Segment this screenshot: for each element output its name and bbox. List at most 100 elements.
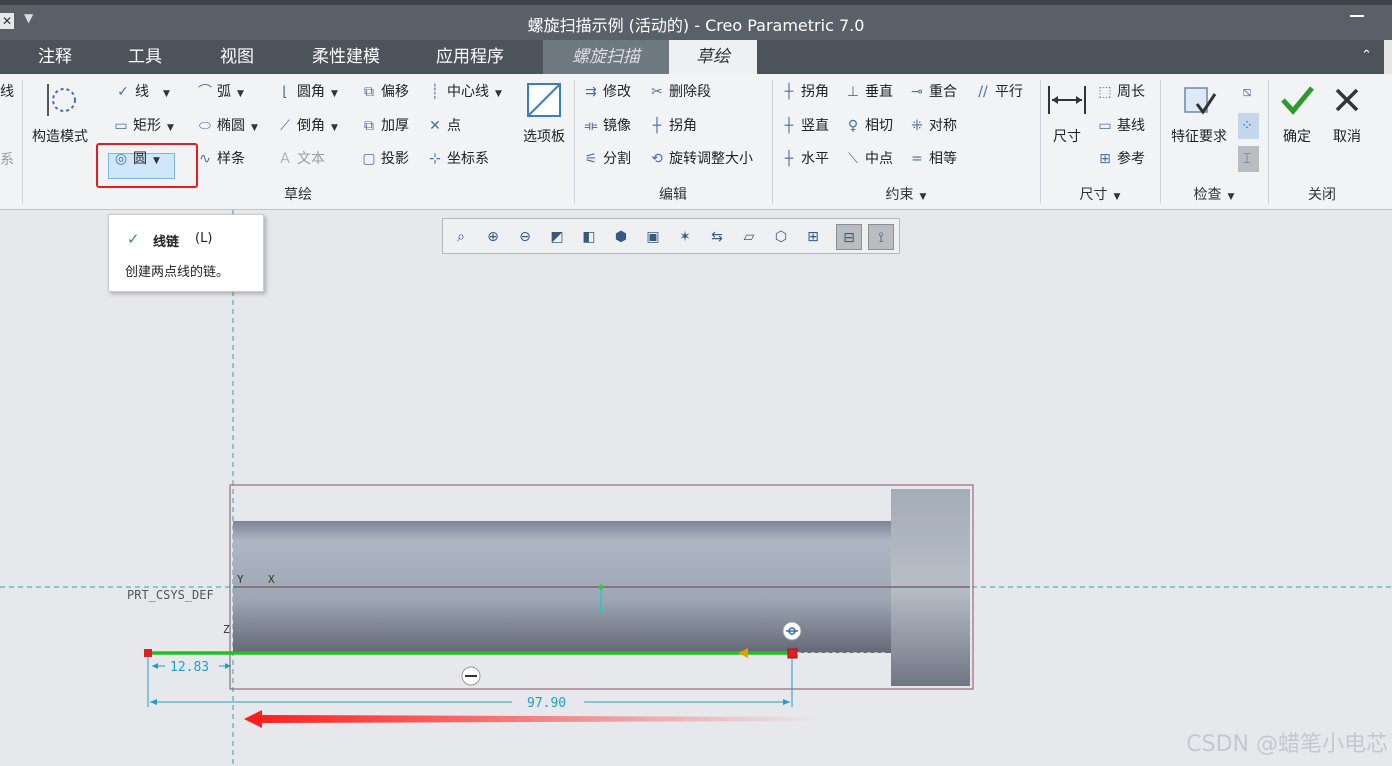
divide-button[interactable]: ⚟ 分割	[582, 146, 631, 172]
spline-button[interactable]: ∿ 样条	[196, 146, 245, 172]
perpendicular-button[interactable]: ⊥ 垂直	[844, 79, 893, 105]
annotation-display-icon[interactable]: ⇆	[704, 224, 730, 250]
point-button[interactable]: ✕ 点	[426, 113, 461, 139]
palette-icon	[527, 83, 561, 117]
rotate-resize-button[interactable]: ⟲ 旋转调整大小	[648, 146, 753, 172]
constraint-corner-button[interactable]: ┼ 拐角	[780, 79, 829, 105]
mirror-button[interactable]: ⟚ 镜像	[582, 113, 631, 139]
open-ends-icon: ⁘	[1241, 118, 1253, 134]
tab-applications[interactable]: 应用程序	[420, 40, 520, 74]
tab-view[interactable]: 视图	[200, 40, 274, 74]
zoom-out-icon[interactable]: ⊖	[512, 224, 538, 250]
open-ends-check-button[interactable]: ⁘	[1238, 113, 1259, 139]
reference-label: 参考	[1117, 151, 1145, 167]
construction-mode-button[interactable]: 构造模式	[28, 80, 92, 146]
sketch-view-icon[interactable]: ⊞	[800, 224, 826, 250]
delete-segment-button[interactable]: ✂ 删除段	[648, 79, 711, 105]
symmetric-button[interactable]: ⁜ 对称	[908, 113, 957, 139]
rectangle-dropdown-icon[interactable]: ▼	[167, 115, 174, 141]
shaded-regions-check-button[interactable]: ⌶	[1238, 146, 1259, 172]
inspect-group-label[interactable]: 检查 ▼	[1160, 184, 1268, 204]
ribbon-collapse-icon[interactable]: ⌃	[1361, 48, 1372, 63]
perimeter-label: 周长	[1117, 84, 1145, 100]
arc-dropdown-icon[interactable]: ▼	[237, 81, 244, 107]
datum-display-icon[interactable]: ✶	[672, 224, 698, 250]
tab-annotate[interactable]: 注释	[18, 40, 92, 74]
modify-button[interactable]: ⇉ 修改	[582, 79, 631, 105]
rotate-resize-icon: ⟲	[651, 151, 663, 167]
minimize-icon[interactable]	[1350, 15, 1364, 17]
edit-corner-icon: ┼	[652, 118, 662, 134]
sketch-canvas[interactable]: Y X Z PRT_CSYS_DEF 12.83 97.90 CSDN @蜡笔小…	[0, 210, 1392, 766]
tab-flexible-modeling[interactable]: 柔性建模	[298, 40, 394, 74]
midpoint-button[interactable]: ⟍ 中点	[844, 146, 893, 172]
sketcher-display-icon[interactable]: ⊟	[836, 224, 862, 250]
refit-icon[interactable]: ⌕	[448, 224, 474, 250]
circle-button[interactable]: ◎ 圆 ▼	[112, 146, 160, 172]
horizontal-button[interactable]: ┼ 水平	[780, 146, 829, 172]
project-icon: ▢	[362, 151, 376, 167]
arc-button[interactable]: ⌒ 弧 ▼	[196, 79, 244, 105]
constraint-display-icon[interactable]: ⟟	[868, 224, 894, 250]
rectangle-button[interactable]: ▭ 矩形 ▼	[112, 113, 174, 139]
perpendicular-label: 垂直	[865, 84, 893, 100]
circle-dropdown-icon[interactable]: ▼	[153, 148, 160, 174]
saved-orientations-icon[interactable]: ⬢	[608, 224, 634, 250]
axis-x-label: X	[268, 573, 275, 586]
fillet-dropdown-icon[interactable]: ▼	[331, 81, 338, 107]
offset-button[interactable]: ⧉ 偏移	[360, 79, 409, 105]
zoom-in-icon[interactable]: ⊕	[480, 224, 506, 250]
line-dropdown-icon[interactable]: ▼	[163, 81, 170, 107]
fillet-button[interactable]: ⌊ 圆角 ▼	[276, 79, 338, 105]
csys-button[interactable]: ⊹ 坐标系	[426, 146, 489, 172]
overlap-check-button[interactable]: ⧅	[1238, 79, 1259, 105]
edit-corner-button[interactable]: ┼ 拐角	[648, 113, 697, 139]
ellipse-dropdown-icon[interactable]: ▼	[251, 115, 258, 141]
perspective-icon[interactable]: ▱	[736, 224, 762, 250]
dimension-dropdown-icon[interactable]: ▼	[1114, 192, 1121, 202]
inspect-dropdown-icon[interactable]: ▼	[1228, 192, 1235, 202]
feature-requirements-button[interactable]: 特征要求	[1166, 80, 1232, 146]
coincident-button[interactable]: ⊸ 重合	[908, 79, 957, 105]
point-icon: ✕	[429, 118, 441, 134]
tangent-button[interactable]: ♀ 相切	[844, 113, 893, 139]
palette-button[interactable]: 选项板	[516, 80, 572, 146]
baseline-button[interactable]: ▭ 基线	[1096, 113, 1145, 139]
perimeter-button[interactable]: ⬚ 周长	[1096, 79, 1145, 105]
ok-button[interactable]: 确定	[1274, 80, 1320, 146]
reference-button[interactable]: ⊞ 参考	[1096, 146, 1145, 172]
view-manager-icon[interactable]: ▣	[640, 224, 666, 250]
vertical-button[interactable]: ┼ 竖直	[780, 113, 829, 139]
tab-sketch[interactable]: 草绘	[669, 40, 757, 74]
equal-button[interactable]: = 相等	[908, 146, 957, 172]
dimension-group-label[interactable]: 尺寸 ▼	[1040, 184, 1160, 204]
centerline-button[interactable]: ┊ 中心线 ▼	[426, 79, 502, 105]
display-style-icon[interactable]: ◧	[576, 224, 602, 250]
dimension-97-90: 97.90	[527, 696, 566, 711]
cancel-button[interactable]: 取消	[1324, 80, 1370, 146]
tab-tools[interactable]: 工具	[108, 40, 182, 74]
tangent-icon: ♀	[847, 118, 859, 134]
checkmark-icon	[1281, 86, 1314, 115]
offset-label: 偏移	[381, 84, 409, 100]
parallel-button[interactable]: // 平行	[974, 79, 1023, 105]
chamfer-dropdown-icon[interactable]: ▼	[331, 115, 338, 141]
dimension-button[interactable]: 尺寸	[1044, 80, 1090, 146]
tab-helical-sweep[interactable]: 螺旋扫描	[543, 40, 669, 74]
spin-center-icon[interactable]: ⬡	[768, 224, 794, 250]
feature-requirements-label: 特征要求	[1171, 129, 1227, 145]
thicken-button[interactable]: ⧉ 加厚	[360, 113, 409, 139]
parallel-icon: //	[978, 84, 988, 100]
line-button[interactable]: ✓ 线 ▼	[114, 79, 170, 105]
csys-icon: ⊹	[429, 151, 441, 167]
constrain-dropdown-icon[interactable]: ▼	[920, 192, 927, 202]
constrain-group-label[interactable]: 约束 ▼	[772, 184, 1040, 204]
repaint-icon[interactable]: ◩	[544, 224, 570, 250]
ellipse-button[interactable]: ⬭ 椭圆 ▼	[196, 113, 258, 139]
ok-label: 确定	[1283, 129, 1311, 145]
chamfer-button[interactable]: ⟋ 倒角 ▼	[276, 113, 338, 139]
line-label: 线	[135, 84, 149, 100]
project-button[interactable]: ▢ 投影	[360, 146, 409, 172]
text-button[interactable]: A 文本	[276, 146, 325, 172]
centerline-dropdown-icon[interactable]: ▼	[495, 81, 502, 107]
